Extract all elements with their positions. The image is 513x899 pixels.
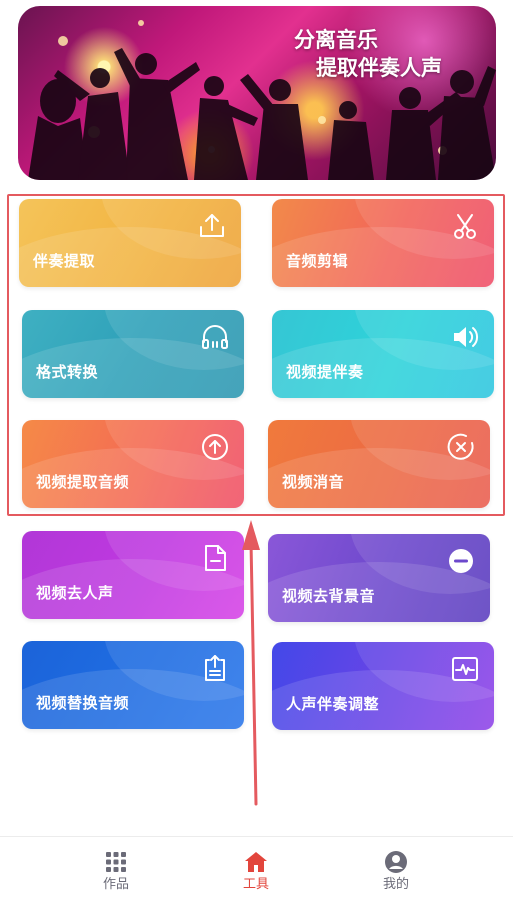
tool-card-label: 视频提取音频 <box>36 473 130 491</box>
arrow-up-circle-icon <box>200 432 230 462</box>
nav-tab-label: 我的 <box>382 877 409 892</box>
tool-card-video-replace-audio[interactable]: 视频替换音频 <box>22 641 244 729</box>
tool-card-label: 人声伴奏调整 <box>286 695 380 713</box>
scissors-icon <box>450 211 480 241</box>
nav-tab-works[interactable]: 作品 <box>76 837 156 899</box>
clipboard-upload-icon <box>200 653 230 683</box>
waveform-icon <box>450 654 480 684</box>
headphones-icon <box>200 322 230 352</box>
tool-card-label: 视频去背景音 <box>282 587 376 605</box>
nav-tab-tools[interactable]: 工具 <box>216 837 296 899</box>
speaker-icon <box>450 322 480 352</box>
user-avatar-icon <box>384 850 408 874</box>
tool-card-vocal-accompaniment-adjust[interactable]: 人声伴奏调整 <box>272 642 494 730</box>
tool-card-video-extract-audio[interactable]: 视频提取音频 <box>22 420 244 508</box>
tool-card-accompaniment-extract[interactable]: 伴奏提取 <box>19 199 241 287</box>
tool-card-video-mute[interactable]: 视频消音 <box>268 420 490 508</box>
nav-tab-label: 工具 <box>242 877 269 892</box>
grid-icon <box>104 850 128 874</box>
tool-card-video-remove-vocals[interactable]: 视频去人声 <box>22 531 244 619</box>
banner-title-line1: 分离音乐 <box>294 28 378 52</box>
tool-card-format-convert[interactable]: 格式转换 <box>22 310 244 398</box>
tool-card-label: 格式转换 <box>36 363 99 381</box>
tool-card-label: 视频去人声 <box>36 584 114 602</box>
document-minus-icon <box>200 543 230 573</box>
home-icon <box>244 850 268 874</box>
tool-card-label: 视频替换音频 <box>36 694 130 712</box>
tool-card-audio-edit[interactable]: 音频剪辑 <box>272 199 494 287</box>
annotation-arrow <box>242 520 260 806</box>
minus-circle-icon <box>446 546 476 576</box>
tool-card-label: 视频提伴奏 <box>286 363 364 381</box>
upload-icon <box>197 211 227 241</box>
close-circle-icon <box>446 432 476 462</box>
tool-card-label: 伴奏提取 <box>33 252 96 270</box>
app-screen: 分离音乐 提取伴奏人声 伴奏提取 音频剪辑 格式转换 视频提伴奏 视频提取音频 … <box>0 0 513 899</box>
banner-title: 分离音乐 提取伴奏人声 <box>294 26 442 82</box>
tool-card-label: 音频剪辑 <box>286 252 349 270</box>
tool-card-video-remove-background[interactable]: 视频去背景音 <box>268 534 490 622</box>
tool-card-label: 视频消音 <box>282 473 345 491</box>
tool-card-video-accompaniment[interactable]: 视频提伴奏 <box>272 310 494 398</box>
nav-tab-mine[interactable]: 我的 <box>356 837 436 899</box>
banner-title-line2: 提取伴奏人声 <box>316 56 442 80</box>
nav-tab-label: 作品 <box>102 877 129 892</box>
bottom-nav: 作品 工具 我的 <box>0 836 513 899</box>
promo-banner[interactable]: 分离音乐 提取伴奏人声 <box>18 6 496 180</box>
